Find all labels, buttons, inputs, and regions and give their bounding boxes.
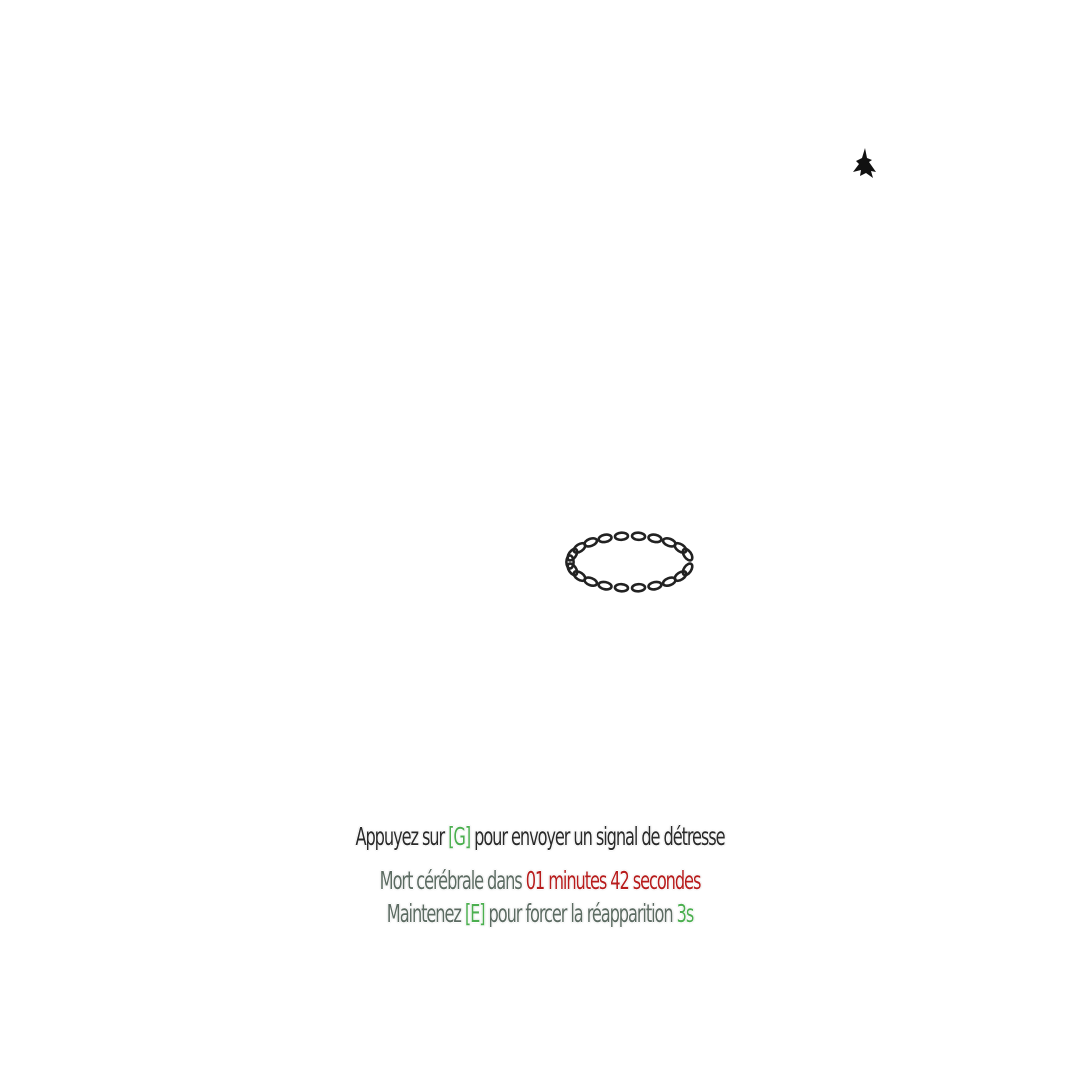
respawn-prefix: Maintenez	[386, 899, 465, 928]
chain-link	[630, 531, 647, 542]
brain-death-prefix: Mort cérébrale dans	[379, 866, 526, 895]
chain-link	[661, 576, 677, 588]
chain-link	[647, 580, 663, 591]
chain-link	[647, 533, 663, 544]
chain-link	[681, 562, 694, 577]
cursor-arrow-icon	[853, 148, 876, 178]
respawn-key: [E]	[464, 899, 486, 928]
brain-death-countdown: Mort cérébrale dans 01 minutes 42 second…	[151, 866, 929, 895]
force-respawn-prompt: Maintenez [E] pour forcer la réapparitio…	[151, 899, 929, 928]
chain-link	[566, 547, 579, 562]
chain-link	[613, 582, 630, 593]
respawn-middle: pour forcer la réapparition	[484, 899, 677, 928]
chain-link	[583, 536, 599, 548]
distress-key: [G]	[448, 822, 471, 851]
chain-ring-icon	[565, 531, 694, 593]
respawn-time: 3s	[676, 899, 695, 928]
brain-death-timer: 01 minutes 42 secondes	[525, 866, 702, 895]
chain-link	[681, 547, 694, 562]
chain-link	[597, 580, 613, 591]
chain-link	[613, 531, 630, 542]
distress-suffix: pour envoyer un signal de détresse	[470, 822, 725, 851]
distress-prefix: Appuyez sur	[355, 822, 449, 851]
distress-signal-prompt: Appuyez sur [G] pour envoyer un signal d…	[151, 822, 929, 851]
game-screen: Appuyez sur [G] pour envoyer un signal d…	[0, 0, 1080, 1080]
chain-link	[630, 582, 647, 593]
chain-link	[597, 533, 613, 544]
